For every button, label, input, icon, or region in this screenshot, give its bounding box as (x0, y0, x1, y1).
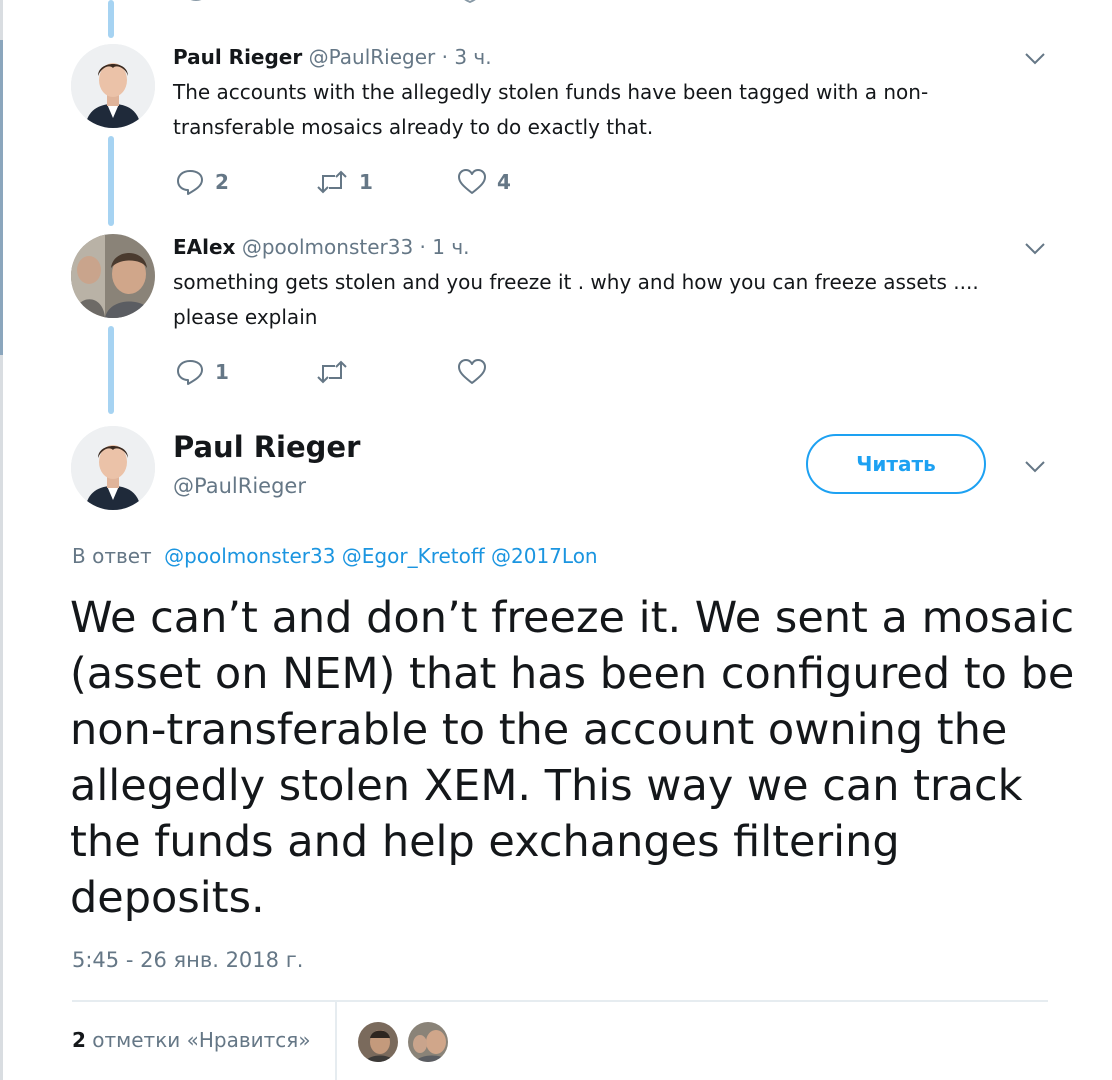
reply-button[interactable]: 2 (175, 167, 229, 197)
like-count: 4 (497, 170, 511, 194)
like-button[interactable]: 4 (457, 167, 511, 197)
author-handle[interactable]: @PaulRieger (173, 474, 306, 498)
like-button[interactable] (457, 357, 487, 387)
follow-button[interactable]: Читать (806, 434, 986, 494)
tweet-text: We can’t and don’t freeze it. We sent a … (70, 593, 1075, 923)
avatar[interactable] (71, 44, 155, 128)
chevron-down-icon[interactable] (1024, 460, 1046, 474)
tweet-timestamp[interactable]: 5:45 - 26 янв. 2018 г. (72, 948, 303, 972)
avatar[interactable] (71, 234, 155, 318)
thread-line (108, 0, 114, 38)
retweet-icon (317, 360, 347, 384)
scrollbar-thumb[interactable] (0, 40, 3, 355)
tweet-header: Paul Rieger @PaulRieger · 3 ч. (173, 45, 492, 69)
tweet-header: EAlex @poolmonster33 · 1 ч. (173, 235, 470, 259)
reply-mentions[interactable]: @poolmonster33 @Egor_Kretoff @2017Lon (164, 544, 598, 568)
divider (72, 1000, 1048, 1002)
chevron-down-icon[interactable] (1024, 52, 1046, 66)
author-name[interactable]: Paul Rieger (173, 430, 360, 464)
reply-button[interactable]: 1 (175, 357, 229, 387)
author-name[interactable]: EAlex (173, 235, 235, 259)
author-meta[interactable]: @poolmonster33 · 1 ч. (242, 235, 470, 259)
avatar[interactable] (71, 426, 155, 510)
author-meta[interactable]: @PaulRieger · 3 ч. (309, 45, 492, 69)
reply-icon (177, 360, 203, 385)
retweet-count: 1 (359, 170, 373, 194)
reply-context: В ответ @poolmonster33 @Egor_Kretoff @20… (72, 544, 598, 568)
likes-stat[interactable]: 2 отметки «Нравится» (72, 1028, 311, 1052)
liker-avatar[interactable] (406, 1020, 450, 1064)
partial-action-icons (190, 0, 476, 4)
tweet-text: The accounts with the allegedly stolen f… (173, 80, 929, 139)
like-icon (458, 169, 486, 194)
likes-label: отметки «Нравится» (92, 1028, 311, 1052)
tweet-text: something gets stolen and you freeze it … (173, 270, 979, 329)
thread-line (108, 136, 114, 226)
thread-line (108, 326, 114, 414)
retweet-icon (317, 170, 347, 194)
retweet-button[interactable] (315, 357, 349, 387)
liker-avatar[interactable] (356, 1020, 400, 1064)
reply-prefix: В ответ (72, 544, 152, 568)
retweet-button[interactable]: 1 (315, 167, 373, 197)
like-icon (458, 359, 486, 384)
previous-tweet-actions (175, 0, 535, 6)
reply-icon (177, 170, 203, 195)
chevron-down-icon[interactable] (1024, 242, 1046, 256)
likes-count: 2 (72, 1028, 86, 1052)
reply-count: 2 (215, 170, 229, 194)
author-name[interactable]: Paul Rieger (173, 45, 302, 69)
divider (335, 1002, 337, 1080)
reply-count: 1 (215, 360, 229, 384)
